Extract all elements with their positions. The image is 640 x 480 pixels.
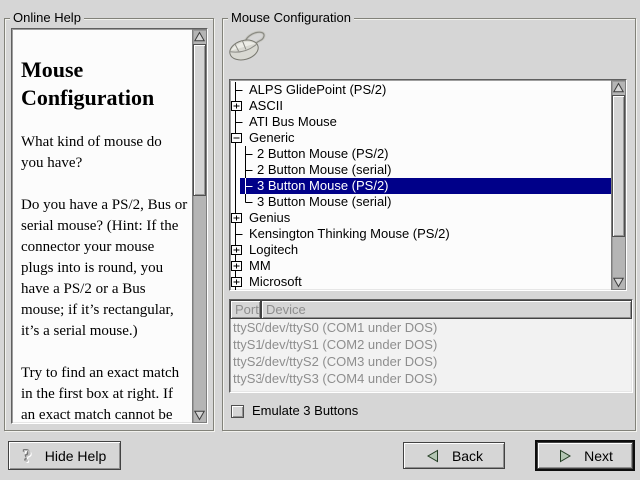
back-arrow-icon xyxy=(425,448,441,464)
tree-item[interactable]: ATI Bus Mouse xyxy=(230,114,611,130)
tree-expander-icon[interactable] xyxy=(230,210,249,226)
tree-branch-icon xyxy=(240,146,253,162)
tree-item-label: Genius xyxy=(249,210,290,226)
checkbox-icon[interactable] xyxy=(231,405,244,418)
scroll-up-icon[interactable] xyxy=(612,81,625,94)
scroll-down-icon[interactable] xyxy=(612,276,625,289)
port-cell: ttyS3 xyxy=(230,371,261,386)
tree-item-label: Microsoft xyxy=(249,274,302,290)
tree-trunk-line xyxy=(230,162,240,178)
device-cell: /dev/ttyS0 (COM1 under DOS) xyxy=(261,320,632,335)
device-cell: /dev/ttyS3 (COM4 under DOS) xyxy=(261,371,632,386)
online-help-panel: Online Help Mouse Configuration What kin… xyxy=(4,18,214,431)
tree-item[interactable]: ALPS GlidePoint (PS/2) xyxy=(230,82,611,98)
help-content: Mouse Configuration What kind of mouse d… xyxy=(12,29,192,423)
scroll-down-icon[interactable] xyxy=(193,409,206,422)
tree-branch-icon xyxy=(240,194,253,210)
help-paragraph: What kind of mouse do you have? xyxy=(21,132,188,174)
emulate-3-buttons-checkbox[interactable]: Emulate 3 Buttons xyxy=(231,403,358,419)
help-scrollbar[interactable] xyxy=(192,29,207,423)
device-column-header: Device xyxy=(261,300,632,319)
device-table-row: ttyS0/dev/ttyS0 (COM1 under DOS) xyxy=(230,319,632,336)
serial-port-table: Port Device ttyS0/dev/ttyS0 (COM1 under … xyxy=(229,299,633,393)
next-button-default-ring[interactable]: Next xyxy=(535,440,635,471)
table-body: ttyS0/dev/ttyS0 (COM1 under DOS)ttyS1/de… xyxy=(230,319,632,387)
port-cell: ttyS0 xyxy=(230,320,261,335)
device-cell: /dev/ttyS2 (COM3 under DOS) xyxy=(261,354,632,369)
tree-item[interactable]: Logitech xyxy=(230,242,611,258)
tree-branch-icon xyxy=(230,82,249,98)
port-cell: ttyS1 xyxy=(230,337,261,352)
tree-item-label: ATI Bus Mouse xyxy=(249,114,337,130)
hide-help-label: Hide Help xyxy=(45,448,106,464)
tree-item-label: 3 Button Mouse (serial) xyxy=(253,194,391,210)
tree-trunk-line xyxy=(230,146,240,162)
question-mark-icon: ? xyxy=(23,447,32,465)
tree-expander-icon[interactable] xyxy=(230,130,249,146)
tree-item[interactable]: Kensington Thinking Mouse (PS/2) xyxy=(230,226,611,242)
help-paragraph: Try to find an exact match in the first … xyxy=(21,363,188,423)
tree-trunk-line xyxy=(230,194,240,210)
next-label: Next xyxy=(584,448,613,464)
tree-item[interactable]: 2 Button Mouse (serial) xyxy=(230,162,611,178)
mouse-icon xyxy=(228,27,270,63)
scroll-up-icon[interactable] xyxy=(193,30,206,43)
table-header: Port Device xyxy=(230,300,632,319)
tree-item-label: ALPS GlidePoint (PS/2) xyxy=(249,82,386,98)
hide-help-button[interactable]: ? Hide Help xyxy=(8,441,121,470)
tree-rows: ALPS GlidePoint (PS/2)ASCIIATI Bus Mouse… xyxy=(230,80,611,290)
help-paragraph: Do you have a PS/2, Bus or serial mouse?… xyxy=(21,195,188,342)
tree-branch-icon xyxy=(240,162,253,178)
tree-item[interactable]: 3 Button Mouse (PS/2) xyxy=(230,178,611,194)
back-button[interactable]: Back xyxy=(403,442,505,469)
mouse-configuration-frame-label: Mouse Configuration xyxy=(228,10,354,26)
tree-item-label: Generic xyxy=(249,130,295,146)
tree-branch-icon xyxy=(230,114,249,130)
tree-item-label: Kensington Thinking Mouse (PS/2) xyxy=(249,226,450,242)
tree-branch-icon xyxy=(230,226,249,242)
tree-item[interactable]: 2 Button Mouse (PS/2) xyxy=(230,146,611,162)
help-scrollbar-thumb[interactable] xyxy=(193,44,206,196)
online-help-frame-label: Online Help xyxy=(10,10,84,26)
tree-item[interactable]: Genius xyxy=(230,210,611,226)
tree-item-label: 3 Button Mouse (PS/2) xyxy=(253,178,389,194)
help-text-viewport: Mouse Configuration What kind of mouse d… xyxy=(11,28,208,424)
tree-item[interactable]: Generic xyxy=(230,130,611,146)
device-cell: /dev/ttyS1 (COM2 under DOS) xyxy=(261,337,632,352)
tree-item-label: 2 Button Mouse (serial) xyxy=(253,162,391,178)
tree-branch-icon xyxy=(240,178,253,194)
device-table-row: ttyS2/dev/ttyS2 (COM3 under DOS) xyxy=(230,353,632,370)
tree-item[interactable]: Microsoft xyxy=(230,274,611,290)
tree-expander-icon[interactable] xyxy=(230,98,249,114)
help-title: Mouse Configuration xyxy=(21,56,188,112)
next-button[interactable]: Next xyxy=(537,442,633,469)
tree-scrollbar[interactable] xyxy=(611,80,626,290)
tree-item-label: ASCII xyxy=(249,98,283,114)
checkbox-label[interactable]: Emulate 3 Buttons xyxy=(244,403,358,419)
tree-item[interactable]: MM xyxy=(230,258,611,274)
device-table-row: ttyS3/dev/ttyS3 (COM4 under DOS) xyxy=(230,370,632,387)
tree-item-label: Logitech xyxy=(249,242,298,258)
tree-expander-icon[interactable] xyxy=(230,274,249,290)
tree-item-label: MM xyxy=(249,258,271,274)
tree-item[interactable]: 3 Button Mouse (serial) xyxy=(230,194,611,210)
tree-item[interactable]: ASCII xyxy=(230,98,611,114)
back-label: Back xyxy=(452,448,483,464)
mouse-model-tree: ALPS GlidePoint (PS/2)ASCIIATI Bus Mouse… xyxy=(229,79,627,291)
port-column-header: Port xyxy=(230,300,261,319)
tree-trunk-line xyxy=(230,178,240,194)
port-cell: ttyS2 xyxy=(230,354,261,369)
tree-expander-icon[interactable] xyxy=(230,258,249,274)
mouse-configuration-panel: Mouse Configuration ALPS GlidePoint (PS/… xyxy=(222,18,636,431)
tree-item-label: 2 Button Mouse (PS/2) xyxy=(253,146,389,162)
next-arrow-icon xyxy=(557,448,573,464)
tree-expander-icon[interactable] xyxy=(230,242,249,258)
tree-scrollbar-thumb[interactable] xyxy=(612,95,625,237)
device-table-row: ttyS1/dev/ttyS1 (COM2 under DOS) xyxy=(230,336,632,353)
